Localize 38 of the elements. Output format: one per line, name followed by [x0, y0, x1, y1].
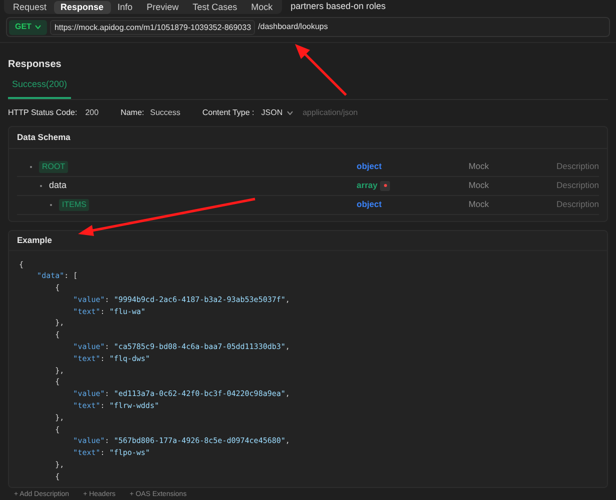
schema-name: data: [49, 178, 67, 192]
path-field[interactable]: /dashboard/lookups: [258, 21, 328, 33]
expand-icon[interactable]: [29, 164, 33, 168]
endpoint-title: partners based-on roles: [290, 0, 386, 14]
content-type-select[interactable]: JSON: [261, 106, 293, 118]
base-url: https://mock.apidog.com/m1/1051879-1039352-869033: [50, 20, 256, 34]
caret-icon: [35, 25, 42, 29]
caret-icon: [286, 110, 293, 114]
description-placeholder[interactable]: Description: [556, 160, 599, 173]
method-select[interactable]: GET: [9, 20, 48, 34]
status-tab[interactable]: Success(200): [8, 78, 72, 98]
field-label: Name:: [120, 106, 144, 118]
mock-placeholder[interactable]: Mock: [468, 198, 556, 211]
description-placeholder[interactable]: Description: [556, 179, 599, 192]
section-title: Responses: [8, 58, 62, 72]
tab[interactable]: Request: [6, 0, 54, 14]
tab[interactable]: Mock: [244, 0, 280, 14]
field-label: Content Type :: [202, 106, 254, 118]
tab[interactable]: Info: [110, 0, 140, 14]
expand-icon[interactable]: [49, 202, 53, 206]
schema-type: array: [356, 179, 378, 192]
tab[interactable]: Response: [54, 0, 111, 14]
schema-name: ITEMS: [59, 198, 90, 210]
expand-icon[interactable]: [39, 184, 43, 188]
mock-placeholder[interactable]: Mock: [468, 179, 556, 192]
field-label: HTTP Status Code:: [8, 106, 78, 118]
schema-type: object: [356, 160, 382, 173]
content-type-hint: application/json: [302, 106, 358, 118]
schema-name: ROOT: [39, 160, 68, 172]
name-value[interactable]: Success: [150, 106, 180, 118]
tab[interactable]: Preview: [140, 0, 186, 14]
status-code-value[interactable]: 200: [85, 106, 99, 118]
mock-placeholder[interactable]: Mock: [468, 160, 556, 173]
panel-title: Example: [17, 234, 52, 246]
tab[interactable]: Test Cases: [186, 0, 244, 14]
panel-title: Data Schema: [17, 130, 70, 144]
description-placeholder[interactable]: Description: [556, 198, 599, 211]
schema-type: object: [356, 198, 382, 211]
